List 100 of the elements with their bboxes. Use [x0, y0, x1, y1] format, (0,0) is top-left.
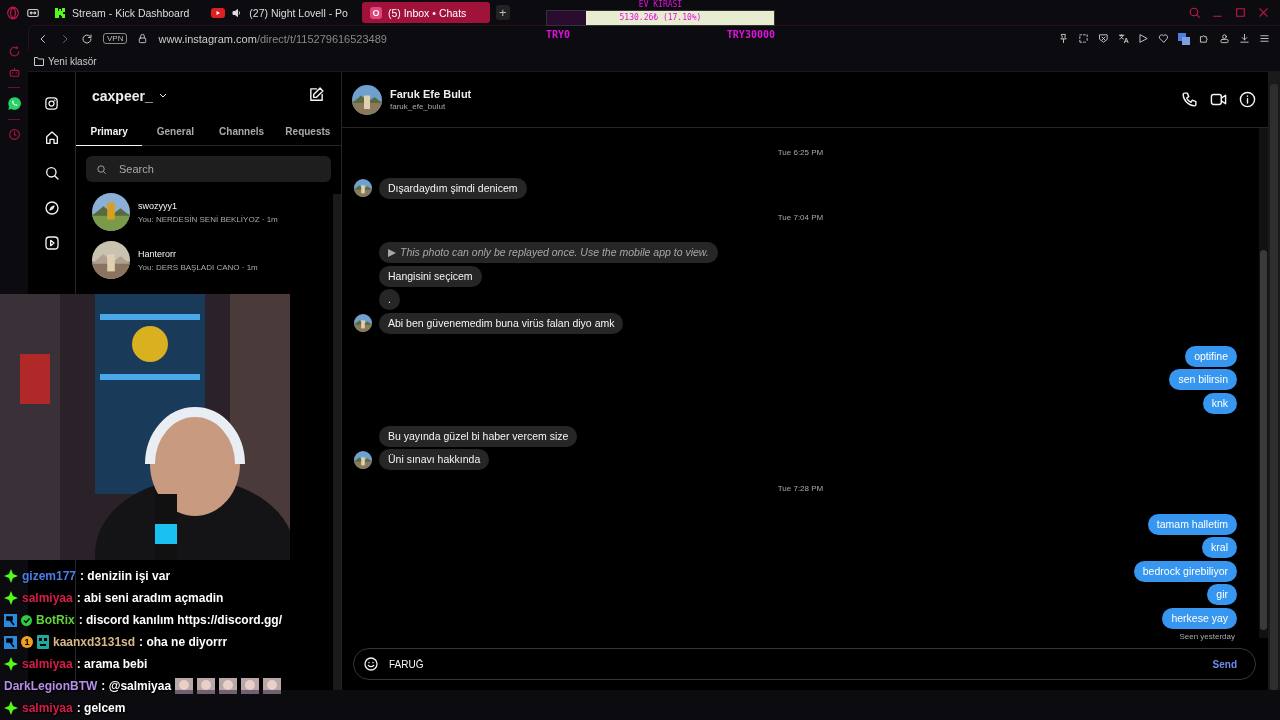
- reels-icon[interactable]: [43, 235, 60, 251]
- maximize-icon[interactable]: [1234, 6, 1247, 19]
- browser-tab[interactable]: (27) Night Lovell - Po: [203, 2, 356, 23]
- scrollbar[interactable]: [333, 194, 341, 690]
- sent-message: sen bilirsin: [1169, 369, 1237, 390]
- search-bar[interactable]: Search: [86, 156, 331, 182]
- send-icon[interactable]: [1138, 33, 1149, 44]
- browser-tab[interactable]: Stream - Kick Dashboard: [46, 2, 198, 23]
- youtube-icon: [211, 7, 226, 18]
- conversation-item[interactable]: swozyyy1 You: NERDESİN SENİ BEKLİYOZ · 1m: [76, 188, 332, 236]
- menu-icon[interactable]: [1259, 33, 1270, 44]
- reload-icon[interactable]: [81, 32, 93, 45]
- robot-icon: [37, 635, 49, 649]
- sent-message: optifine: [1185, 345, 1237, 367]
- diamond-icon: [4, 701, 18, 715]
- inbox-tab[interactable]: Requests: [274, 120, 341, 145]
- contact-name[interactable]: Faruk Efe Bulut: [390, 88, 472, 100]
- scrollbar[interactable]: [1259, 128, 1268, 638]
- chevron-down-icon[interactable]: [158, 93, 167, 99]
- bot-icon[interactable]: [7, 66, 21, 79]
- kick-icon: [54, 6, 66, 19]
- chat-message: : arama bebi: [76, 657, 148, 671]
- account-switcher[interactable]: caxpeer_: [92, 88, 167, 104]
- chat-message: : @salmiyaa: [101, 679, 172, 693]
- home-icon[interactable]: [43, 130, 60, 146]
- replay-notice: This photo can only be replayed once. Use the mobile app to view.: [379, 242, 718, 263]
- phone-icon[interactable]: [1181, 91, 1198, 108]
- gift-badge: 1: [21, 636, 33, 648]
- scrollbar[interactable]: [1268, 72, 1280, 690]
- chat-username[interactable]: salmiyaa: [22, 701, 73, 715]
- chat-message: : oha ne diyorrr: [139, 635, 228, 649]
- bookmark-folder[interactable]: Yeni klasör: [34, 55, 97, 67]
- browser-tab[interactable]: (5) Inbox • Chats: [361, 2, 490, 23]
- goal-maximum: TRY30000: [726, 29, 775, 40]
- inbox-tab[interactable]: General: [142, 120, 209, 145]
- goal-amount: 5130.26₺ (17.10%): [618, 12, 703, 24]
- search-icon: [96, 163, 107, 175]
- folder-icon: [34, 56, 44, 66]
- search-icon[interactable]: [43, 165, 60, 181]
- timestamp: Tue 7:04 PM: [777, 211, 824, 224]
- diamond-icon: [4, 657, 18, 671]
- play-icon: [388, 248, 396, 257]
- chat-username[interactable]: DarkLegionBTW: [4, 679, 98, 693]
- vpn-badge[interactable]: VPN: [103, 33, 128, 44]
- sent-message: bedrock girebiliyor: [1133, 560, 1237, 582]
- diamond-icon: [4, 569, 18, 583]
- search-field[interactable]: Search: [117, 162, 301, 176]
- chat-username[interactable]: salmiyaa: [22, 657, 73, 671]
- sent-message: herkese yay: [1162, 607, 1237, 629]
- instagram-logo-icon[interactable]: [44, 96, 59, 111]
- message-field[interactable]: FARUĞ: [387, 657, 1199, 671]
- chat-message: : deniziin işi var: [80, 569, 171, 583]
- conversation-item[interactable]: Hanterorr You: DERS BAŞLADI CANO · 1m: [76, 236, 332, 284]
- chat-message: : abi seni aradım açmadin: [76, 591, 224, 605]
- send-button[interactable]: Send: [1206, 657, 1243, 671]
- received-message: Dışardaydım şimdi denicem: [379, 177, 527, 199]
- received-message: Bu yayında güzel bi haber vercem size: [379, 425, 578, 447]
- compose-icon[interactable]: [308, 85, 325, 103]
- instagram-icon: [369, 6, 382, 19]
- snapshot-icon[interactable]: [1078, 33, 1089, 44]
- translate-icon[interactable]: [1118, 33, 1129, 44]
- hammer-icon: [4, 613, 17, 627]
- emoji-icon[interactable]: [363, 656, 379, 672]
- hammer-icon: [4, 635, 17, 649]
- chat-username[interactable]: BotRix: [36, 613, 75, 627]
- heart-icon[interactable]: [1158, 33, 1169, 44]
- received-message: Hangisini seçicem: [379, 265, 482, 287]
- close-icon[interactable]: [1257, 6, 1270, 19]
- refresh-circle-icon[interactable]: [7, 45, 21, 58]
- inbox-tab[interactable]: Channels: [208, 120, 275, 145]
- clock-icon[interactable]: [7, 128, 21, 141]
- received-message: Üni sınavı hakkında: [379, 449, 490, 470]
- pin-icon[interactable]: [1058, 33, 1069, 44]
- video-call-icon[interactable]: [1210, 91, 1227, 108]
- opera-logo-icon[interactable]: [6, 5, 20, 20]
- chat-username[interactable]: gizem177: [22, 569, 77, 583]
- received-message: Abi ben güvenemedim buna virüs falan diyo amk: [379, 312, 624, 334]
- chat-username[interactable]: salmiyaa: [22, 591, 73, 605]
- seen-status: Seen yesterday: [1179, 631, 1235, 641]
- sent-message: kral: [1202, 537, 1237, 558]
- goal-minimum: TRY0: [546, 29, 571, 40]
- compass-icon[interactable]: [43, 200, 60, 216]
- timestamp: Tue 7:28 PM: [777, 483, 824, 495]
- whatsapp-icon[interactable]: [6, 96, 22, 111]
- received-message: .: [379, 289, 400, 310]
- sent-message: knk: [1202, 392, 1237, 414]
- new-tab-button[interactable]: +: [495, 5, 510, 20]
- shield-icon[interactable]: [1098, 33, 1109, 44]
- chat-username[interactable]: kaanxd3131sd: [53, 635, 136, 649]
- sent-message: tamam halletim: [1147, 513, 1237, 535]
- chat-message: : discord kanılım https://discord.gg/: [78, 613, 283, 627]
- address-bar[interactable]: www.instagram.com/direct/t/115279616523489: [158, 32, 387, 45]
- timestamp: Tue 6:25 PM: [777, 147, 824, 159]
- translate-app-icon[interactable]: [1178, 32, 1190, 45]
- info-icon[interactable]: [1239, 91, 1256, 108]
- profile-icon[interactable]: [1219, 33, 1230, 44]
- diamond-icon: [4, 591, 18, 605]
- inbox-tab[interactable]: Primary: [76, 120, 143, 146]
- chat-message: : gelcem: [76, 701, 126, 715]
- download-icon[interactable]: [1239, 33, 1250, 44]
